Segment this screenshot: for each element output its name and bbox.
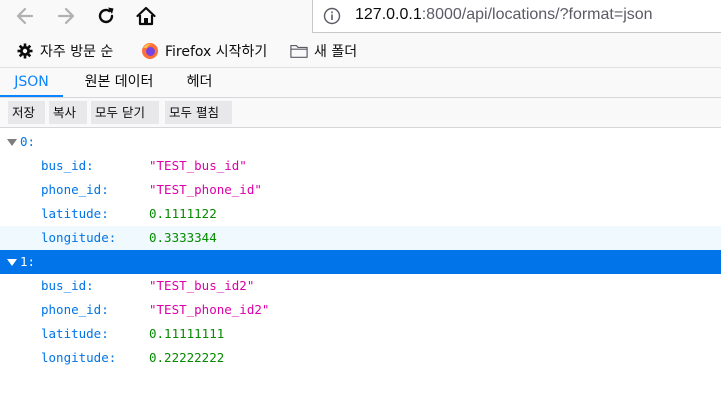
- tree-row-hovered[interactable]: longitude: 0.3333344: [0, 226, 721, 250]
- array-index: 1:: [20, 254, 36, 269]
- json-key: phone_id:: [41, 302, 109, 317]
- json-key: bus_id:: [41, 158, 94, 173]
- tab-raw-data[interactable]: 원본 데이터: [69, 68, 169, 97]
- json-toolbar: 저장 복사 모두 닫기 모두 펼침: [0, 98, 721, 128]
- array-index: 0:: [20, 134, 36, 149]
- save-button[interactable]: 저장: [8, 101, 45, 124]
- expand-triangle-icon[interactable]: [7, 259, 17, 266]
- json-number-value: 0.22222222: [149, 350, 225, 365]
- back-arrow-icon: [16, 7, 34, 25]
- tree-row[interactable]: bus_id: "TEST_bus_id2": [0, 274, 721, 298]
- json-number-value: 0.11111111: [149, 326, 225, 341]
- back-button[interactable]: [10, 2, 40, 30]
- tree-row[interactable]: phone_id: "TEST_phone_id": [0, 178, 721, 202]
- json-key: bus_id:: [41, 278, 94, 293]
- tree-row[interactable]: longitude: 0.22222222: [0, 346, 721, 370]
- forward-button[interactable]: [51, 2, 81, 30]
- json-string-value: "TEST_phone_id": [149, 182, 262, 197]
- tree-row[interactable]: latitude: 0.11111111: [0, 322, 721, 346]
- tree-row-index-0[interactable]: 0:: [0, 130, 721, 154]
- json-key: latitude:: [41, 206, 109, 221]
- collapse-all-button[interactable]: 모두 닫기: [91, 101, 159, 124]
- info-icon[interactable]: [323, 7, 341, 25]
- forward-arrow-icon: [57, 7, 75, 25]
- json-key: latitude:: [41, 326, 109, 341]
- reload-button[interactable]: [91, 2, 121, 30]
- url-host: 127.0.0.1: [355, 6, 422, 23]
- bookmarks-toolbar: 자주 방문 순 Firefox 시작하기 새 폴더: [0, 34, 721, 68]
- json-string-value: "TEST_bus_id": [149, 158, 247, 173]
- tree-row[interactable]: latitude: 0.1111122: [0, 202, 721, 226]
- navigation-bar: 127.0.0.1:8000/api/locations/?format=jso…: [0, 0, 721, 34]
- bookmark-firefox-start[interactable]: Firefox 시작하기: [141, 41, 267, 61]
- json-string-value: "TEST_phone_id2": [149, 302, 270, 317]
- url-bar[interactable]: 127.0.0.1:8000/api/locations/?format=jso…: [312, 0, 721, 33]
- json-number-value: 0.1111122: [149, 206, 217, 221]
- copy-button[interactable]: 복사: [49, 101, 87, 124]
- tree-row[interactable]: bus_id: "TEST_bus_id": [0, 154, 721, 178]
- bookmark-most-visited[interactable]: 자주 방문 순: [16, 41, 113, 61]
- bookmark-label: 새 폴더: [314, 44, 358, 60]
- folder-icon: [290, 42, 308, 60]
- tab-headers[interactable]: 헤더: [173, 68, 226, 97]
- tab-json[interactable]: JSON: [0, 68, 63, 97]
- url-path: :8000/api/locations/?format=json: [421, 6, 653, 23]
- gear-icon: [16, 42, 34, 60]
- reload-icon: [98, 7, 114, 24]
- tree-row[interactable]: phone_id: "TEST_phone_id2": [0, 298, 721, 322]
- tree-row-index-1-selected[interactable]: 1:: [0, 250, 721, 274]
- firefox-icon: [141, 42, 159, 60]
- expand-all-button[interactable]: 모두 펼침: [165, 101, 232, 124]
- url-text[interactable]: 127.0.0.1:8000/api/locations/?format=jso…: [355, 6, 653, 24]
- bookmark-label: 자주 방문 순: [40, 44, 114, 60]
- home-button[interactable]: [131, 2, 161, 30]
- json-string-value: "TEST_bus_id2": [149, 278, 255, 293]
- viewer-tabs: JSON 원본 데이터 헤더: [0, 68, 721, 98]
- json-key: longitude:: [41, 350, 117, 365]
- expand-triangle-icon[interactable]: [7, 139, 17, 146]
- json-key: longitude:: [41, 230, 117, 245]
- bookmark-label: Firefox 시작하기: [165, 44, 268, 60]
- bookmark-new-folder[interactable]: 새 폴더: [290, 41, 357, 61]
- json-number-value: 0.3333344: [149, 230, 217, 245]
- json-key: phone_id:: [41, 182, 109, 197]
- home-icon: [136, 6, 156, 26]
